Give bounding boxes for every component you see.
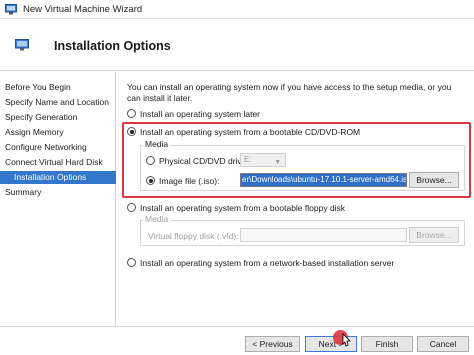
vfd-input[interactable] <box>240 228 407 242</box>
mouse-pointer-icon <box>342 333 351 347</box>
sidebar-item-assign-memory[interactable]: Assign Memory <box>0 126 116 139</box>
sidebar-item-before-you-begin[interactable]: Before You Begin <box>0 81 116 94</box>
option-install-from-floppy-label[interactable]: Install an operating system from a boota… <box>140 203 345 213</box>
sidebar-item-installation-options[interactable]: Installation Options <box>0 171 116 184</box>
intro-text: You can install an operating system now … <box>127 82 452 103</box>
radio-install-from-floppy[interactable] <box>127 203 136 212</box>
sidebar-item-connect-virtual-hard-disk[interactable]: Connect Virtual Hard Disk <box>0 156 116 169</box>
option-install-later-label[interactable]: Install an operating system later <box>140 109 260 119</box>
finish-button[interactable]: Finish <box>361 336 413 352</box>
option-install-from-network-label[interactable]: Install an operating system from a netwo… <box>140 258 394 268</box>
page-title: Installation Options <box>54 39 171 53</box>
previous-button[interactable]: < Previous <box>245 336 300 352</box>
title-bar: New Virtual Machine Wizard <box>0 0 474 19</box>
wizard-steps-sidebar: Before You Begin Specify Name and Locati… <box>0 72 116 326</box>
sidebar-item-summary[interactable]: Summary <box>0 186 116 199</box>
sidebar-item-specify-generation[interactable]: Specify Generation <box>0 111 116 124</box>
floppy-media-group-title: Media <box>143 214 171 224</box>
sidebar-item-configure-networking[interactable]: Configure Networking <box>0 141 116 154</box>
sidebar-item-specify-name-location[interactable]: Specify Name and Location <box>0 96 116 109</box>
browse-vfd-button[interactable]: Browse... <box>409 227 459 243</box>
vfd-label: Virtual floppy disk (.vfd): <box>148 231 239 241</box>
window-title: New Virtual Machine Wizard <box>23 4 143 15</box>
monitor-icon <box>15 39 29 51</box>
highlight-box <box>122 122 471 198</box>
cancel-button[interactable]: Cancel <box>417 336 469 352</box>
wizard-header: Installation Options <box>0 19 474 71</box>
radio-install-later[interactable] <box>127 109 136 118</box>
hyper-v-vm-icon <box>5 4 17 15</box>
radio-install-from-network[interactable] <box>127 258 136 267</box>
